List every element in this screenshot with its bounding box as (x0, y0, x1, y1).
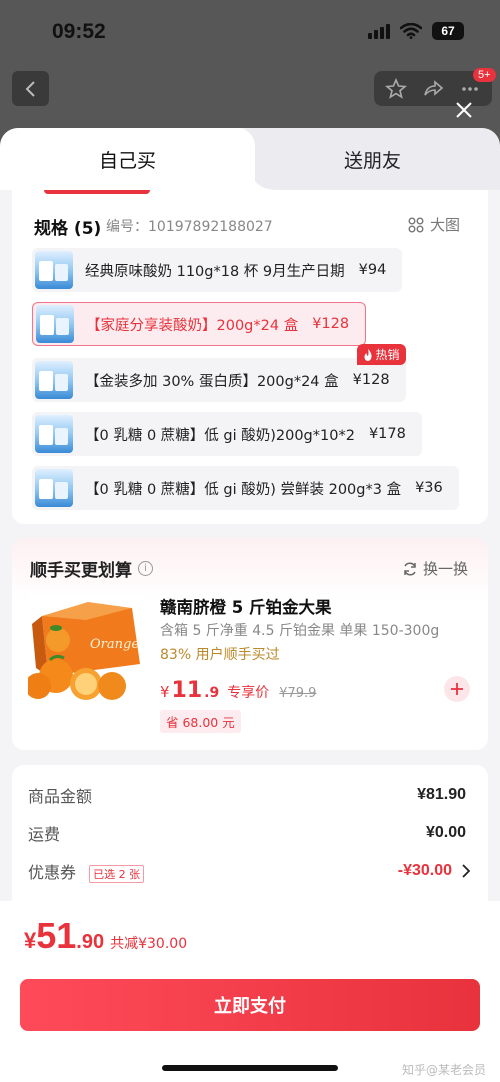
swap-button[interactable]: 换一换 (402, 558, 468, 579)
share-icon[interactable] (422, 78, 444, 100)
option-price: ¥128 (312, 316, 350, 332)
upsell-title-text: 顺手买更划算 (30, 561, 132, 581)
total-price: ¥ 51 .90 共减¥30.00 (24, 915, 187, 957)
price-integer: 11 (171, 678, 203, 703)
order-summary: 商品金额 ¥81.90 运费 ¥0.00 优惠券 已选 2 张 -¥30.00 (12, 765, 488, 915)
coupon-label: 优惠券 (28, 863, 77, 882)
message-badge: 5+ (473, 68, 496, 82)
purchase-sheet: 送朋友 自己买 规格 (5) 编号：10197892188027 大图 经典原味… (0, 128, 500, 1082)
orange-product-image[interactable]: Orange (28, 594, 144, 708)
upsell-title: 顺手买更划算 i (30, 556, 153, 581)
spec-option[interactable]: 【金装多加 30% 蛋白质】200g*24 盒 ¥128 热销 (32, 344, 406, 402)
back-button[interactable] (12, 71, 49, 106)
spec-card: 规格 (5) 编号：10197892188027 大图 经典原味酸奶 110g*… (12, 190, 488, 524)
price-decimal: .9 (204, 685, 220, 701)
tab-self[interactable]: 自己买 (0, 128, 273, 190)
original-price: ¥79.9 (279, 686, 317, 701)
shipping-row: 运费 ¥0.00 (28, 821, 466, 845)
product-thumbnail (35, 251, 73, 289)
close-icon[interactable] (452, 98, 476, 122)
option-price: ¥36 (415, 480, 443, 496)
product-code: 编号：10197892188027 (106, 219, 273, 235)
wifi-icon (400, 23, 422, 39)
option-label: 经典原味酸奶 110g*18 杯 9月生产日期 (85, 263, 345, 280)
total-integer: 51 (36, 915, 77, 956)
box-brand-text: Orange (90, 637, 139, 652)
option-price: ¥94 (358, 262, 387, 278)
home-indicator (162, 1065, 338, 1071)
signal-icon (368, 23, 390, 39)
flame-icon (364, 348, 372, 361)
option-price: ¥178 (368, 426, 406, 442)
total-decimal: .90 (76, 931, 105, 953)
product-thumbnail (35, 469, 73, 507)
total-saved: 共减¥30.00 (110, 936, 188, 952)
watermark: 知乎@某老会员 (401, 1063, 486, 1077)
price-currency: ¥ (160, 683, 170, 701)
coupon-value-group: -¥30.00 (398, 862, 470, 880)
coupon-label-group: 优惠券 已选 2 张 (28, 859, 145, 883)
upsell-price: ¥ 11 .9 专享价 ¥79.9 (160, 678, 316, 703)
shipping-label: 运费 (28, 825, 61, 844)
upsell-product-desc: 含箱 5 斤净重 4.5 斤铂金果 单果 150-300g (160, 623, 440, 639)
pay-now-button[interactable]: 立即支付 (20, 979, 480, 1031)
orange-box-illustration: Orange (28, 594, 144, 708)
product-thumbnail (35, 361, 73, 399)
upsell-social-proof: 83% 用户顺手买过 (160, 647, 280, 663)
checkout-bar: ¥ 51 .90 共减¥30.00 立即支付 知乎@某老会员 (0, 901, 500, 1082)
savings-badge: 省 68.00 元 (160, 710, 241, 733)
status-icons: 67 (368, 22, 464, 40)
big-image-label: 大图 (429, 216, 460, 234)
plus-icon (451, 683, 463, 695)
product-thumbnail (36, 305, 74, 343)
status-bar: 09:52 67 (0, 0, 500, 64)
swap-label: 换一换 (422, 560, 468, 578)
product-thumbnail (35, 415, 73, 453)
upsell-product-name[interactable]: 赣南脐橙 5 斤铂金大果 (160, 594, 331, 618)
option-price: ¥128 (352, 372, 390, 388)
hot-sale-badge: 热销 (356, 344, 406, 365)
price-label: 专享价 (227, 685, 270, 701)
status-time: 09:52 (52, 20, 106, 43)
star-icon[interactable] (385, 77, 408, 100)
battery-icon: 67 (432, 22, 464, 40)
big-image-button[interactable]: 大图 (408, 214, 460, 235)
info-icon[interactable]: i (138, 561, 153, 576)
option-label: 【家庭分享装酸奶】200g*24 盒 (86, 317, 299, 334)
coupon-count-tag: 已选 2 张 (89, 864, 145, 883)
hot-sale-label: 热销 (375, 348, 400, 362)
goods-amount-label: 商品金额 (28, 787, 93, 806)
shipping-value: ¥0.00 (425, 824, 466, 841)
coupon-value: -¥30.00 (397, 862, 452, 879)
option-label: 【0 乳糖 0 蔗糖】低 gi 酸奶) 尝鲜装 200g*3 盒 (85, 481, 402, 498)
option-label: 【0 乳糖 0 蔗糖】低 gi 酸奶)200g*10*2 (85, 427, 355, 444)
tab-bar: 送朋友 自己买 (0, 128, 500, 190)
selected-indicator (44, 190, 150, 194)
add-upsell-button[interactable] (444, 676, 470, 702)
spec-option[interactable]: 【0 乳糖 0 蔗糖】低 gi 酸奶)200g*10*2 ¥178 (32, 412, 422, 456)
goods-amount-value: ¥81.90 (417, 786, 466, 803)
upsell-card: 顺手买更划算 i 换一换 Orange 赣南脐橙 5 斤铂金大果 含箱 5 斤净… (12, 538, 488, 750)
goods-amount-row: 商品金额 ¥81.90 (28, 783, 466, 807)
option-label: 【金装多加 30% 蛋白质】200g*24 盒 (85, 373, 339, 390)
spec-option-selected[interactable]: 【家庭分享装酸奶】200g*24 盒 ¥128 (32, 302, 367, 346)
spec-title: 规格 (5) (34, 219, 102, 239)
chevron-right-icon (462, 864, 470, 878)
grid-icon (408, 217, 424, 232)
spec-option[interactable]: 经典原味酸奶 110g*18 杯 9月生产日期 ¥94 (32, 248, 403, 292)
coupon-row[interactable]: 优惠券 已选 2 张 -¥30.00 (28, 859, 470, 883)
tab-gift[interactable]: 送朋友 (245, 128, 500, 190)
spec-option[interactable]: 【0 乳糖 0 蔗糖】低 gi 酸奶) 尝鲜装 200g*3 盒 ¥36 (32, 466, 459, 510)
chevron-left-icon (25, 80, 35, 97)
total-currency: ¥ (24, 928, 37, 953)
refresh-icon (404, 561, 416, 576)
